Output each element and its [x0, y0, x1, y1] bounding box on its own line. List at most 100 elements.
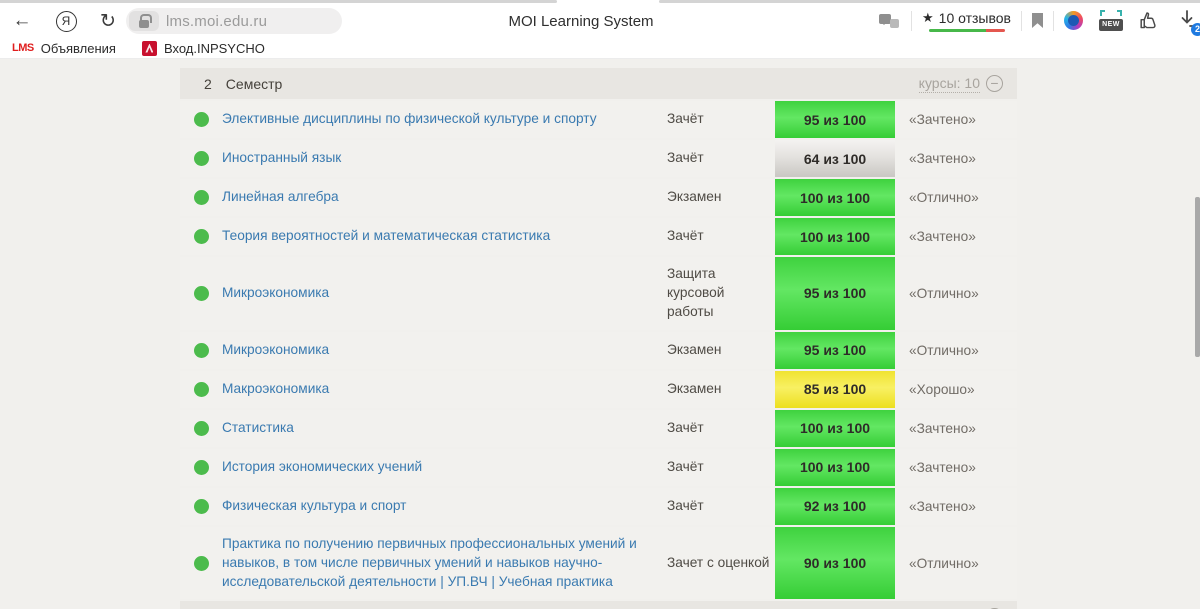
- score-badge: 92 из 100: [775, 488, 895, 525]
- back-button[interactable]: ←: [8, 7, 36, 35]
- status-dot-icon: [194, 499, 209, 514]
- course-row: Линейная алгебра Экзамен 100 из 100 «Отл…: [180, 179, 1017, 216]
- status-dot-icon: [194, 460, 209, 475]
- assessment-type: Экзамен: [667, 371, 775, 408]
- reviews-rating-bar: [929, 29, 1005, 32]
- score-badge: 64 из 100: [775, 140, 895, 177]
- course-link[interactable]: История экономических учений: [222, 458, 422, 477]
- course-row: Иностранный язык Зачёт 64 из 100 «Зачтен…: [180, 140, 1017, 177]
- yandex-logo: Я: [56, 11, 77, 32]
- assessment-type: Экзамен: [667, 332, 775, 369]
- new-badge: NEW: [1099, 19, 1123, 31]
- score-badge: 100 из 100: [775, 179, 895, 216]
- status-dot-icon: [194, 229, 209, 244]
- status-dot-icon: [194, 421, 209, 436]
- status-dot-icon: [194, 382, 209, 397]
- assessment-type: Зачёт: [667, 218, 775, 255]
- bookmark-label: Объявления: [41, 41, 116, 56]
- semester-2-header: 2 Семестр курсы: 10 −: [180, 68, 1017, 99]
- course-link[interactable]: Статистика: [222, 419, 294, 438]
- semester-number: 2: [204, 76, 212, 92]
- score-badge: 95 из 100: [775, 332, 895, 369]
- feedback-icon[interactable]: [879, 12, 899, 30]
- collapse-icon: −: [986, 75, 1003, 92]
- assessment-type: Зачёт: [667, 488, 775, 525]
- site-reviews-button[interactable]: ★ 10 отзывов: [922, 10, 1011, 32]
- download-count-badge: 2: [1191, 23, 1200, 36]
- page-title: MOI Learning System: [508, 13, 653, 30]
- grade-text: «Отлично»: [895, 179, 1017, 216]
- semester-2-collapse-toggle[interactable]: курсы: 10 −: [919, 75, 1003, 93]
- course-link[interactable]: Физическая культура и спорт: [222, 497, 406, 516]
- grade-text: «Отлично»: [895, 257, 1017, 330]
- semester-title: Семестр: [226, 76, 283, 92]
- scrollbar: [1194, 59, 1200, 609]
- downloads-button[interactable]: 2: [1176, 8, 1200, 34]
- course-row: Макроэкономика Экзамен 85 из 100 «Хорошо…: [180, 371, 1017, 408]
- extension-icon[interactable]: [1064, 11, 1083, 30]
- assessment-type: Защита курсовой работы: [667, 257, 775, 330]
- course-link[interactable]: Микроэкономика: [222, 284, 329, 303]
- browser-toolbar: ← Я ↻ lms.moi.edu.ru MOI Learning System…: [0, 3, 1200, 38]
- new-feature-icon[interactable]: NEW: [1099, 10, 1123, 31]
- course-link[interactable]: Линейная алгебра: [222, 188, 339, 207]
- bookmarks-bar: LMS Объявления Вход.INPSYCHO: [0, 38, 1200, 59]
- star-icon: ★: [922, 10, 934, 26]
- course-row: История экономических учений Зачёт 100 и…: [180, 449, 1017, 486]
- grade-text: «Хорошо»: [895, 371, 1017, 408]
- score-badge: 100 из 100: [775, 410, 895, 447]
- yandex-browser-icon[interactable]: Я: [52, 7, 80, 35]
- gradebook-table: 2 Семестр курсы: 10 − Элективные дисципл…: [180, 68, 1017, 609]
- divider: [1021, 11, 1022, 31]
- score-badge: 95 из 100: [775, 257, 895, 330]
- course-row: Статистика Зачёт 100 из 100 «Зачтено»: [180, 410, 1017, 447]
- bookmark-lms[interactable]: LMS Объявления: [12, 41, 116, 56]
- grade-text: «Зачтено»: [895, 101, 1017, 138]
- course-link[interactable]: Иностранный язык: [222, 149, 341, 168]
- score-badge: 95 из 100: [775, 101, 895, 138]
- grade-text: «Зачтено»: [895, 140, 1017, 177]
- inpsycho-favicon: [142, 41, 157, 56]
- score-badge: 100 из 100: [775, 449, 895, 486]
- reviews-label: 10 отзывов: [939, 10, 1011, 26]
- assessment-type: Зачёт: [667, 140, 775, 177]
- lms-favicon: LMS: [12, 42, 34, 54]
- assessment-type: Зачёт: [667, 449, 775, 486]
- course-row: Микроэкономика Защита курсовой работы 95…: [180, 257, 1017, 330]
- status-dot-icon: [194, 343, 209, 358]
- bracket-icon: [1100, 10, 1105, 16]
- grade-text: «Отлично»: [895, 527, 1017, 600]
- status-dot-icon: [194, 556, 209, 571]
- score-badge: 100 из 100: [775, 218, 895, 255]
- reactions-icon[interactable]: [1139, 11, 1160, 31]
- course-link[interactable]: Макроэкономика: [222, 380, 329, 399]
- grade-text: «Зачтено»: [895, 218, 1017, 255]
- score-badge: 90 из 100: [775, 527, 895, 600]
- refresh-button[interactable]: ↻: [94, 7, 122, 35]
- course-link[interactable]: Теория вероятностей и математическая ста…: [222, 227, 550, 246]
- grade-text: «Зачтено»: [895, 449, 1017, 486]
- address-bar[interactable]: lms.moi.edu.ru: [126, 8, 342, 34]
- course-link[interactable]: Элективные дисциплины по физической куль…: [222, 110, 597, 129]
- course-row: Физическая культура и спорт Зачёт 92 из …: [180, 488, 1017, 525]
- course-link[interactable]: Практика по получению первичных професси…: [222, 535, 653, 592]
- courses-count-label: курсы: 10: [919, 75, 980, 93]
- grade-text: «Зачтено»: [895, 488, 1017, 525]
- course-row: Теория вероятностей и математическая ста…: [180, 218, 1017, 255]
- bookmark-inpsycho[interactable]: Вход.INPSYCHO: [142, 41, 265, 56]
- page-content: 2 Семестр курсы: 10 − Элективные дисципл…: [0, 59, 1200, 609]
- divider: [1053, 11, 1054, 31]
- grade-text: «Отлично»: [895, 332, 1017, 369]
- status-dot-icon: [194, 286, 209, 301]
- status-dot-icon: [194, 190, 209, 205]
- grade-text: «Зачтено»: [895, 410, 1017, 447]
- course-link[interactable]: Микроэкономика: [222, 341, 329, 360]
- assessment-type: Зачёт: [667, 101, 775, 138]
- lock-icon: [139, 20, 149, 28]
- ssl-lock-chip[interactable]: [129, 11, 159, 31]
- bookmark-icon[interactable]: [1032, 13, 1043, 28]
- assessment-type: Зачет с оценкой: [667, 527, 775, 600]
- course-row: Элективные дисциплины по физической куль…: [180, 101, 1017, 138]
- chat-bubble-small-icon: [890, 19, 899, 28]
- scrollbar-thumb[interactable]: [1195, 197, 1200, 357]
